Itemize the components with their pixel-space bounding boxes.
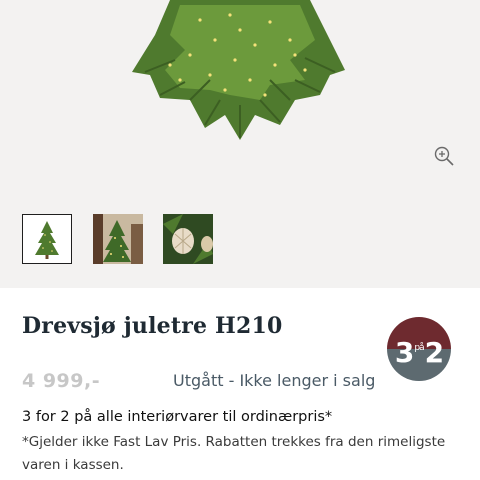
offer-note: *Gjelder ikke Fast Lav Pris. Rabatten tr… [22,434,446,473]
badge-text: 3på2 [387,331,451,370]
three-for-two-badge: 3på2 [387,317,451,381]
room-thumbnail-image [93,214,143,264]
christmas-tree-thumbnail[interactable] [22,214,72,264]
product-image-gallery [0,0,480,288]
badge-super-text: på [414,343,424,353]
ornament-thumbnail-image [163,214,213,264]
product-title: Drevsjø juletre H210 [22,313,283,339]
main-product-image[interactable] [120,0,360,150]
availability-status: Utgått - Ikke lenger i salg [173,371,376,390]
tree-in-room-thumbnail[interactable] [93,214,143,264]
badge-number-left: 3 [394,336,415,369]
tree-thumbnail-image [23,215,71,263]
product-price: 4 999,- [22,370,101,392]
zoom-in-icon[interactable] [433,145,455,167]
badge-number-right: 2 [424,336,445,369]
ornament-closeup-thumbnail[interactable] [163,214,213,264]
offer-title: 3 for 2 på alle interiørvarer til ordinæ… [22,409,333,425]
